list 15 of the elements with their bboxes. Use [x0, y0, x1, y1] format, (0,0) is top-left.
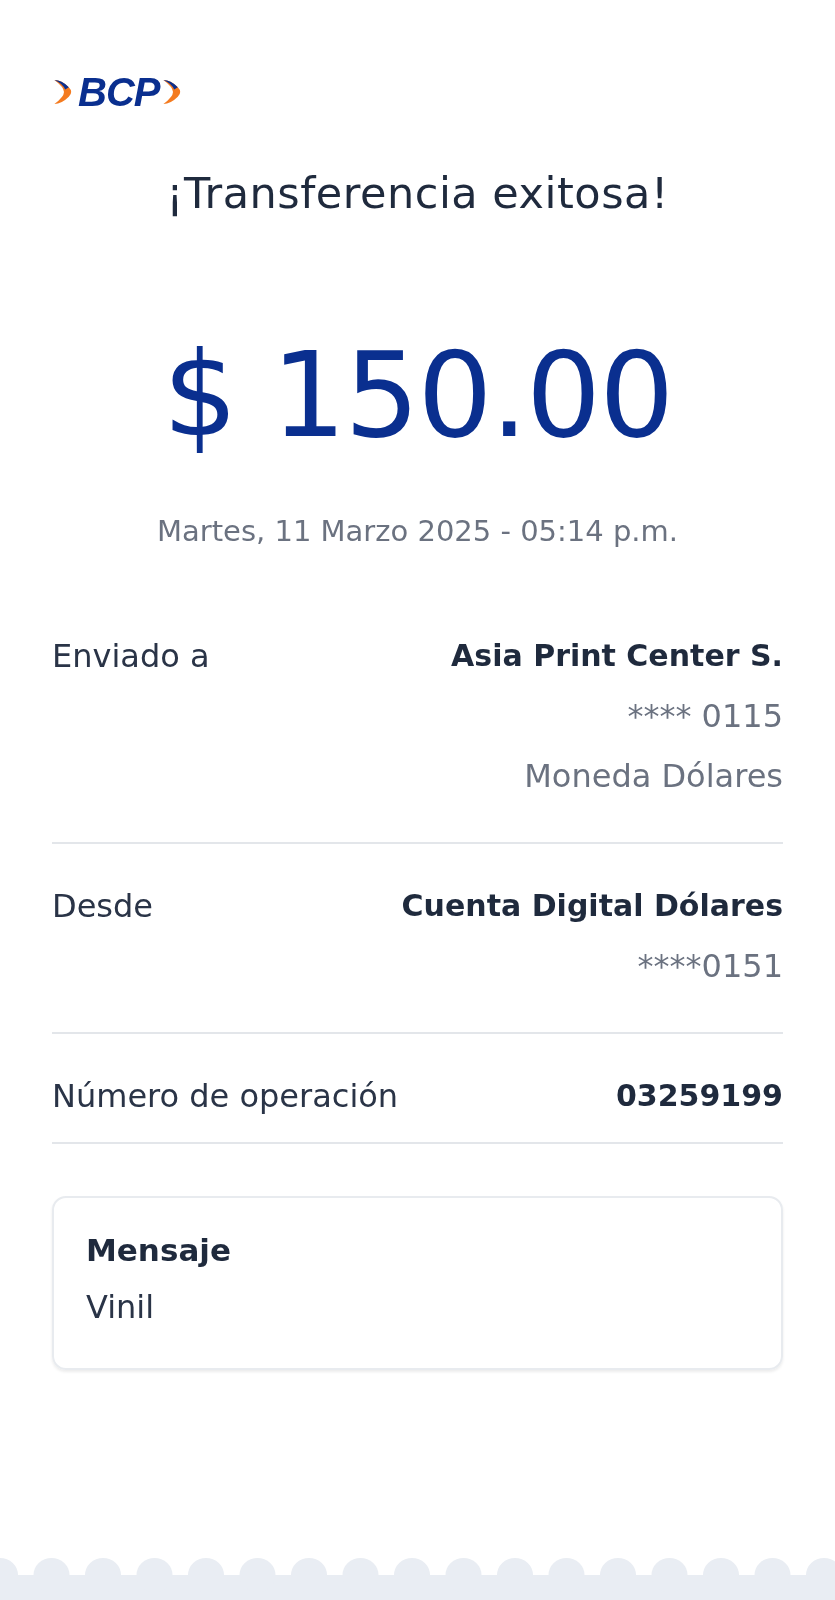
detail-value: ****0151	[636, 946, 783, 987]
detail-value: Moneda Dólares	[523, 756, 783, 797]
detail-label: Número de operación	[52, 1076, 399, 1116]
message-label: Mensaje	[86, 1232, 232, 1268]
detail-value: Cuenta Digital Dólares	[401, 887, 783, 925]
detail-label: Enviado a	[52, 636, 210, 676]
amount-text: $ 150.00	[161, 336, 674, 454]
message-text: Vinil	[86, 1288, 156, 1326]
detail-label: Desde	[52, 886, 153, 926]
logo-text: BCP	[78, 69, 160, 115]
detail-value: **** 0115	[626, 696, 783, 737]
page-title: ¡Transferencia exitosa!	[165, 168, 670, 218]
detail-value: Asia Print Center S.	[451, 637, 783, 675]
detail-value: 03259199	[616, 1077, 783, 1115]
date-text: Martes, 11 Marzo 2025 - 05:14 p.m.	[155, 514, 680, 548]
